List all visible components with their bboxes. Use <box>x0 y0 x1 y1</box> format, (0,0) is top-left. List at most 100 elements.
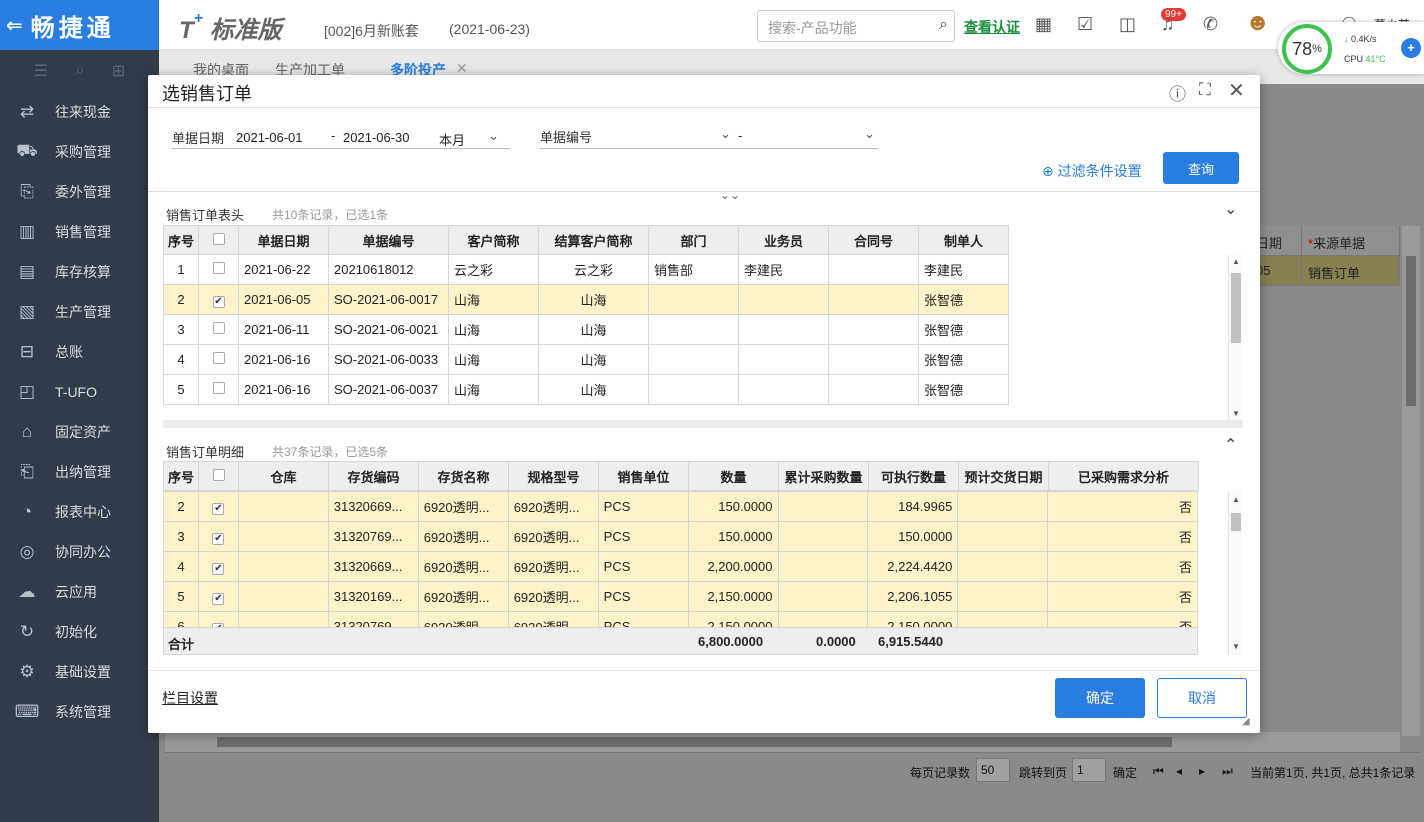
first-page-icon[interactable]: ⏮ <box>1153 764 1164 779</box>
code-operator-chevron-icon[interactable]: ⌄ <box>720 126 731 142</box>
column-header[interactable]: 序号 <box>163 461 199 491</box>
search-doc-icon[interactable]: ⌕ <box>75 62 84 80</box>
column-header[interactable]: 单据日期 <box>238 225 329 255</box>
table-row[interactable]: 2 ✔ 2021-06-05 SO-2021-06-0017 山海 山海 张智德 <box>163 284 1009 315</box>
system-monitor[interactable]: 78% ↓ 0.4K/s CPU 41°C + <box>1278 22 1424 74</box>
detail-section-chevron-up-icon[interactable]: ⌃ <box>1224 435 1237 455</box>
checkbox[interactable] <box>212 468 225 481</box>
table-row[interactable]: 4 2021-06-16 SO-2021-06-0033 山海 山海 张智德 <box>163 344 1009 375</box>
column-header[interactable]: 数量 <box>688 461 779 491</box>
column-header[interactable]: 规格型号 <box>508 461 599 491</box>
add-icon[interactable]: + <box>1401 38 1421 58</box>
checkbox-checked[interactable]: ✔ <box>212 532 225 545</box>
checkbox[interactable] <box>212 322 225 334</box>
menu-icon[interactable]: ☰ <box>34 61 48 81</box>
last-page-icon[interactable]: ⏭ <box>1222 764 1233 779</box>
calculator-icon[interactable]: ▦ <box>1035 14 1052 35</box>
close-icon[interactable]: ✕ <box>1228 78 1245 103</box>
maximize-icon[interactable]: ⛶ <box>1199 80 1211 100</box>
column-header[interactable]: 累计采购数量 <box>778 461 869 491</box>
column-header[interactable]: 存货名称 <box>418 461 509 491</box>
sidebar-item[interactable]: ⌨ 系统管理 <box>0 692 159 732</box>
table-row[interactable]: 5 ✔ 31320169... 6920透明... 6920透明... PCS 2,150.… <box>163 581 1198 612</box>
checklist-icon[interactable]: ☑ <box>1077 14 1093 35</box>
column-header[interactable]: 预计交货日期 <box>958 461 1049 491</box>
sidebar-item[interactable]: ⛟ 采购管理 <box>0 132 159 172</box>
column-header[interactable]: 销售单位 <box>598 461 689 491</box>
column-header[interactable]: 合同号 <box>828 225 919 255</box>
verify-link[interactable]: 查看认证 <box>964 17 1020 37</box>
message-icon[interactable]: ◫ <box>1119 14 1136 35</box>
sidebar-item[interactable]: ▤ 库存核算 <box>0 252 159 292</box>
checkbox-checked[interactable]: ✔ <box>212 562 225 575</box>
checkbox[interactable] <box>212 382 225 394</box>
jump-confirm[interactable]: 确定 <box>1113 764 1137 781</box>
sidebar-item[interactable]: ⊟ 总账 <box>0 332 159 372</box>
column-header[interactable]: 已采购需求分析 <box>1048 461 1199 491</box>
column-header[interactable]: 业务员 <box>738 225 829 255</box>
table-row[interactable]: 4 ✔ 31320669... 6920透明... 6920透明... PCS 2,200.… <box>163 551 1198 582</box>
date-to-input[interactable]: 2021-06-30 <box>343 130 410 145</box>
back-arrow-icon[interactable]: ⇐ <box>6 13 23 38</box>
column-header[interactable]: 部门 <box>648 225 739 255</box>
checkbox[interactable] <box>212 262 225 274</box>
checkbox-checked[interactable]: ✔ <box>212 592 225 605</box>
code-value-input[interactable]: - <box>738 128 742 143</box>
table-row[interactable]: 5 2021-06-16 SO-2021-06-0037 山海 山海 张智德 <box>163 374 1009 405</box>
table-row[interactable]: 3 2021-06-11 SO-2021-06-0021 山海 山海 张智德 <box>163 314 1009 345</box>
sidebar-item[interactable]: ▥ 销售管理 <box>0 212 159 252</box>
column-header[interactable]: 序号 <box>163 225 199 255</box>
query-button[interactable]: 查询 <box>1163 152 1239 184</box>
sidebar-item[interactable]: ⚙ 基础设置 <box>0 652 159 692</box>
table-row[interactable]: 3 ✔ 31320769... 6920透明... 6920透明... PCS 150.00… <box>163 521 1198 552</box>
cancel-button[interactable]: 取消 <box>1157 678 1247 718</box>
checkbox-checked[interactable]: ✔ <box>212 502 225 515</box>
confirm-button[interactable]: 确定 <box>1055 678 1145 718</box>
checkbox[interactable] <box>212 352 225 364</box>
jump-page-input[interactable]: 1 <box>1072 758 1106 782</box>
phone-icon[interactable]: ✆ <box>1203 14 1218 35</box>
new-doc-icon[interactable]: ⊞ <box>112 61 125 81</box>
search-input[interactable]: 搜索-产品功能 ⌕ <box>757 10 955 42</box>
code-value-chevron-icon[interactable]: ⌄ <box>864 126 875 142</box>
table-row[interactable]: 1 2021-06-22 20210618012 云之彩 云之彩 销售部 李建民 李建民 <box>163 254 1009 285</box>
account-name[interactable]: [002]6月新账套 <box>324 21 419 41</box>
date-range-select[interactable]: 本月 <box>439 130 465 149</box>
per-page-input[interactable]: 50 <box>976 758 1010 782</box>
sidebar-item[interactable]: ▧ 生产管理 <box>0 292 159 332</box>
sidebar-item[interactable]: ◎ 协同办公 <box>0 532 159 572</box>
resize-handle-icon[interactable]: ◢ <box>1242 716 1250 727</box>
column-header[interactable] <box>198 461 239 491</box>
sidebar-item[interactable]: ◰ T-UFO <box>0 372 159 412</box>
sidebar-item[interactable]: ⇄ 往来现金 <box>0 92 159 132</box>
header-table-scrollbar[interactable]: ▲ ▼ <box>1228 255 1242 420</box>
column-header[interactable]: 制单人 <box>918 225 1009 255</box>
sidebar-item[interactable]: ⎘ 委外管理 <box>0 172 159 212</box>
sidebar-item[interactable]: ☁ 云应用 <box>0 572 159 612</box>
checkbox-checked[interactable]: ✔ <box>212 295 225 308</box>
date-from-input[interactable]: 2021-06-01 <box>236 130 303 145</box>
bg-vertical-scrollbar[interactable] <box>1402 226 1420 736</box>
search-icon[interactable]: ⌕ <box>939 16 948 34</box>
sidebar-item[interactable]: ↻ 初始化 <box>0 612 159 652</box>
mascot-icon[interactable]: ☻ <box>1245 9 1270 37</box>
column-header[interactable] <box>198 225 239 255</box>
column-header[interactable]: 仓库 <box>238 461 329 491</box>
chevron-down-icon[interactable]: ⌄ <box>488 128 499 144</box>
sidebar-item[interactable]: ⎗ 出纳管理 <box>0 452 159 492</box>
table-row[interactable]: 2 ✔ 31320669... 6920透明... 6920透明... PCS 150.00… <box>163 491 1198 522</box>
help-icon[interactable]: ⓘ <box>1169 80 1186 105</box>
next-page-icon[interactable]: ▸ <box>1199 764 1205 778</box>
detail-table-scrollbar[interactable]: ▲ ▼ <box>1228 491 1242 655</box>
header-section-chevron-down-icon[interactable]: ⌄ <box>1224 199 1237 219</box>
column-header[interactable]: 单据编号 <box>328 225 449 255</box>
collapse-filter-icon[interactable]: ⌄⌄ <box>720 188 740 202</box>
table-row[interactable]: 6✔31320769...6920透明...6920透明...PCS2,150.… <box>163 611 1198 627</box>
column-header[interactable]: 客户简称 <box>448 225 539 255</box>
sidebar-item[interactable]: ⌂ 固定资产 <box>0 412 159 452</box>
column-settings-link[interactable]: 栏目设置 <box>162 688 218 708</box>
bg-horizontal-scrollbar[interactable] <box>165 732 1400 752</box>
sidebar-item[interactable]: ◔ 报表中心 <box>0 492 159 532</box>
column-header[interactable]: 结算客户简称 <box>538 225 649 255</box>
column-header[interactable]: 可执行数量 <box>868 461 959 491</box>
